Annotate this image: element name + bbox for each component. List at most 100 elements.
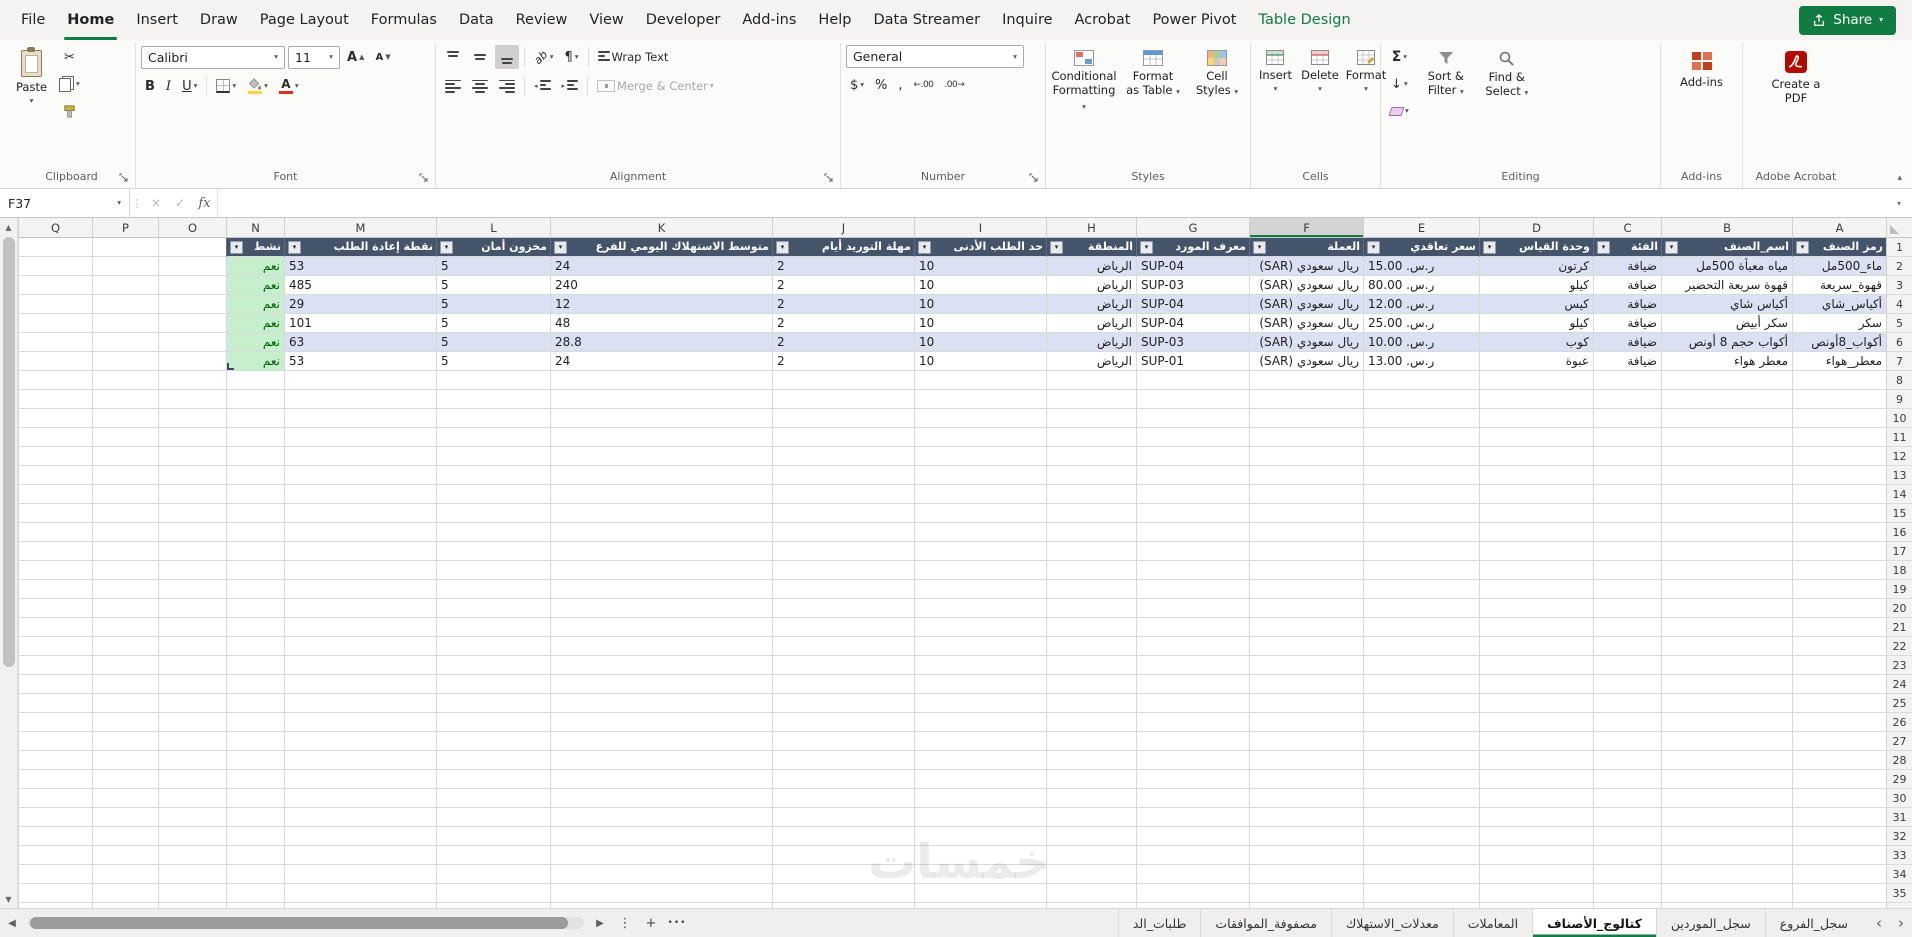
expand-formula-bar-icon[interactable]: ▾	[1886, 189, 1912, 217]
cell-A27[interactable]	[1792, 732, 1886, 751]
cell-F6[interactable]: ريال سعودي (SAR)	[1249, 333, 1363, 352]
paste-button[interactable]: Paste ▾	[13, 45, 50, 107]
cell-C15[interactable]	[1593, 504, 1661, 523]
cell-I13[interactable]	[914, 466, 1046, 485]
cell-P8[interactable]	[92, 371, 158, 390]
cell-E23[interactable]	[1363, 656, 1479, 675]
cell-G27[interactable]	[1136, 732, 1249, 751]
cell-P7[interactable]	[92, 352, 158, 371]
cell-C20[interactable]	[1593, 599, 1661, 618]
cell-L26[interactable]	[436, 713, 550, 732]
menu-tab-review[interactable]: Review	[505, 0, 579, 40]
cell-G7[interactable]: SUP-01	[1136, 352, 1249, 371]
menu-tab-data[interactable]: Data	[448, 0, 505, 40]
cell-L23[interactable]	[436, 656, 550, 675]
cell-D11[interactable]	[1479, 428, 1593, 447]
cell-N17[interactable]	[226, 542, 284, 561]
cell-L17[interactable]	[436, 542, 550, 561]
cell-G23[interactable]	[1136, 656, 1249, 675]
cell-O22[interactable]	[158, 637, 226, 656]
cell-E11[interactable]	[1363, 428, 1479, 447]
cell-M11[interactable]	[284, 428, 436, 447]
menu-tab-view[interactable]: View	[578, 0, 634, 40]
cell-O15[interactable]	[158, 504, 226, 523]
cell-O10[interactable]	[158, 409, 226, 428]
cell-I12[interactable]	[914, 447, 1046, 466]
cell-J14[interactable]	[772, 485, 914, 504]
cell-P15[interactable]	[92, 504, 158, 523]
cell-I4[interactable]: 10	[914, 295, 1046, 314]
filter-button-N[interactable]: ▾	[230, 240, 243, 254]
cell-O8[interactable]	[158, 371, 226, 390]
cell-M5[interactable]: 101	[284, 314, 436, 333]
cell-F30[interactable]	[1249, 789, 1363, 808]
cell-D24[interactable]	[1479, 675, 1593, 694]
cell-O24[interactable]	[158, 675, 226, 694]
prev-sheet-icon[interactable]: ‹	[1868, 909, 1890, 937]
cell-N8[interactable]	[226, 371, 284, 390]
cell-B9[interactable]	[1661, 390, 1792, 409]
cell-F26[interactable]	[1249, 713, 1363, 732]
table-header-M[interactable]: نقطة إعادة الطلب ▾	[284, 238, 436, 257]
scroll-down-icon[interactable]: ▼	[5, 892, 11, 906]
cell-A15[interactable]	[1792, 504, 1886, 523]
cell-J8[interactable]	[772, 371, 914, 390]
cell-C34[interactable]	[1593, 865, 1661, 884]
cell-P27[interactable]	[92, 732, 158, 751]
cell-C26[interactable]	[1593, 713, 1661, 732]
cell-E12[interactable]	[1363, 447, 1479, 466]
cell-F12[interactable]	[1249, 447, 1363, 466]
cell-G4[interactable]: SUP-04	[1136, 295, 1249, 314]
cell-H19[interactable]	[1046, 580, 1136, 599]
cell-B3[interactable]: قهوة سريعة التحضير	[1661, 276, 1792, 295]
cell-L14[interactable]	[436, 485, 550, 504]
cell-H30[interactable]	[1046, 789, 1136, 808]
column-header-L[interactable]: L	[436, 218, 550, 237]
cell-K6[interactable]: 28.8	[550, 333, 772, 352]
column-header-Q[interactable]: Q	[18, 218, 92, 237]
cell-K28[interactable]	[550, 751, 772, 770]
cell-G33[interactable]	[1136, 846, 1249, 865]
cell-N12[interactable]	[226, 447, 284, 466]
cell-C14[interactable]	[1593, 485, 1661, 504]
cell-K8[interactable]	[550, 371, 772, 390]
cell-G2[interactable]: SUP-04	[1136, 257, 1249, 276]
cell-C30[interactable]	[1593, 789, 1661, 808]
cell-A21[interactable]	[1792, 618, 1886, 637]
cell-K33[interactable]	[550, 846, 772, 865]
cell-N6[interactable]: نعم	[226, 333, 284, 352]
cell-Q29[interactable]	[18, 770, 92, 789]
cell-P2[interactable]	[92, 257, 158, 276]
cell-A6[interactable]: أكواب_8أونص	[1792, 333, 1886, 352]
bold-button[interactable]: B	[141, 74, 159, 98]
cell-C19[interactable]	[1593, 580, 1661, 599]
cell-C21[interactable]	[1593, 618, 1661, 637]
column-header-A[interactable]: A	[1792, 218, 1886, 237]
cell-E33[interactable]	[1363, 846, 1479, 865]
cell-N32[interactable]	[226, 827, 284, 846]
merge-center-button[interactable]: Merge & Center ▾	[593, 74, 718, 98]
cell-B23[interactable]	[1661, 656, 1792, 675]
cell-P18[interactable]	[92, 561, 158, 580]
cell-I16[interactable]	[914, 523, 1046, 542]
cell-Q33[interactable]	[18, 846, 92, 865]
menu-tab-page-layout[interactable]: Page Layout	[249, 0, 360, 40]
cell-K21[interactable]	[550, 618, 772, 637]
cell-A8[interactable]	[1792, 371, 1886, 390]
table-header-I[interactable]: حد الطلب الأدنى ▾	[914, 238, 1046, 257]
cell-F4[interactable]: ريال سعودي (SAR)	[1249, 295, 1363, 314]
cell-B8[interactable]	[1661, 371, 1792, 390]
cell-C13[interactable]	[1593, 466, 1661, 485]
row-header-32[interactable]: 32	[1886, 827, 1912, 846]
cell-N19[interactable]	[226, 580, 284, 599]
cell-N21[interactable]	[226, 618, 284, 637]
cell-F20[interactable]	[1249, 599, 1363, 618]
cell-Q7[interactable]	[18, 352, 92, 371]
align-center-button[interactable]	[468, 74, 492, 98]
row-header-25[interactable]: 25	[1886, 694, 1912, 713]
cell-B4[interactable]: أكياس شاي	[1661, 295, 1792, 314]
cell-D22[interactable]	[1479, 637, 1593, 656]
scroll-up-icon[interactable]: ▲	[5, 220, 11, 234]
decrease-decimal-button[interactable]: .00→	[940, 73, 968, 97]
cell-H18[interactable]	[1046, 561, 1136, 580]
